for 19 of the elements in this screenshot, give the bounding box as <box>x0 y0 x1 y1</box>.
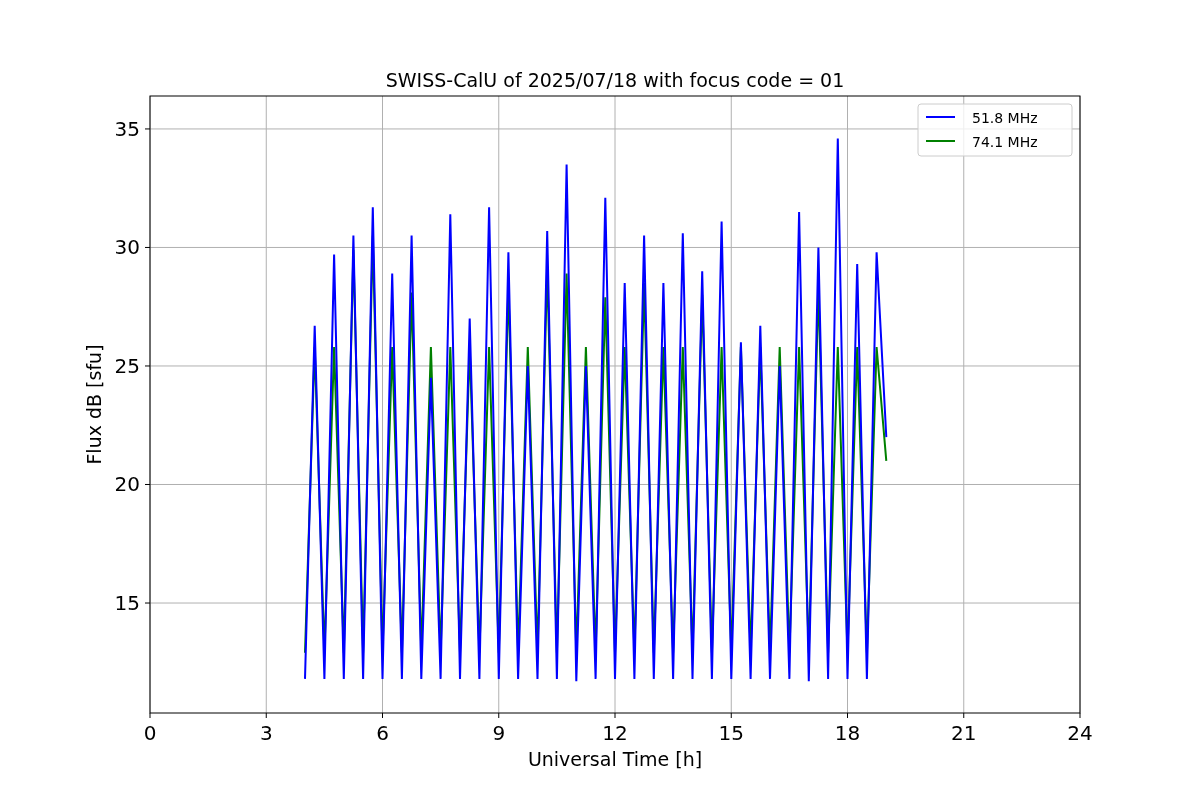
legend-label: 51.8 MHz <box>972 110 1038 126</box>
tick-label: 35 <box>114 116 140 141</box>
tick-label: 15 <box>718 721 744 745</box>
legend-label: 74.1 MHz <box>972 134 1038 150</box>
tick-label: 20 <box>114 472 140 497</box>
tick-label: 25 <box>114 354 140 378</box>
tick-label: 21 <box>951 721 977 745</box>
tick-label: 9 <box>492 721 506 745</box>
axis-label: Universal Time [h] <box>527 748 703 770</box>
chart-title: SWISS-CalU of 2025/07/18 with focus code = 01 <box>385 69 845 91</box>
tick-label: 30 <box>114 235 140 260</box>
tick-label: 15 <box>114 591 140 615</box>
tick-label: 18 <box>834 721 861 745</box>
tick-label: 12 <box>602 721 628 745</box>
tick-label: 3 <box>259 721 273 745</box>
tick-label: 0 <box>143 721 157 745</box>
axis-label: Flux dB [sfu] <box>83 344 105 465</box>
tick-label: 6 <box>376 721 389 745</box>
tick-label: 24 <box>1067 721 1093 745</box>
